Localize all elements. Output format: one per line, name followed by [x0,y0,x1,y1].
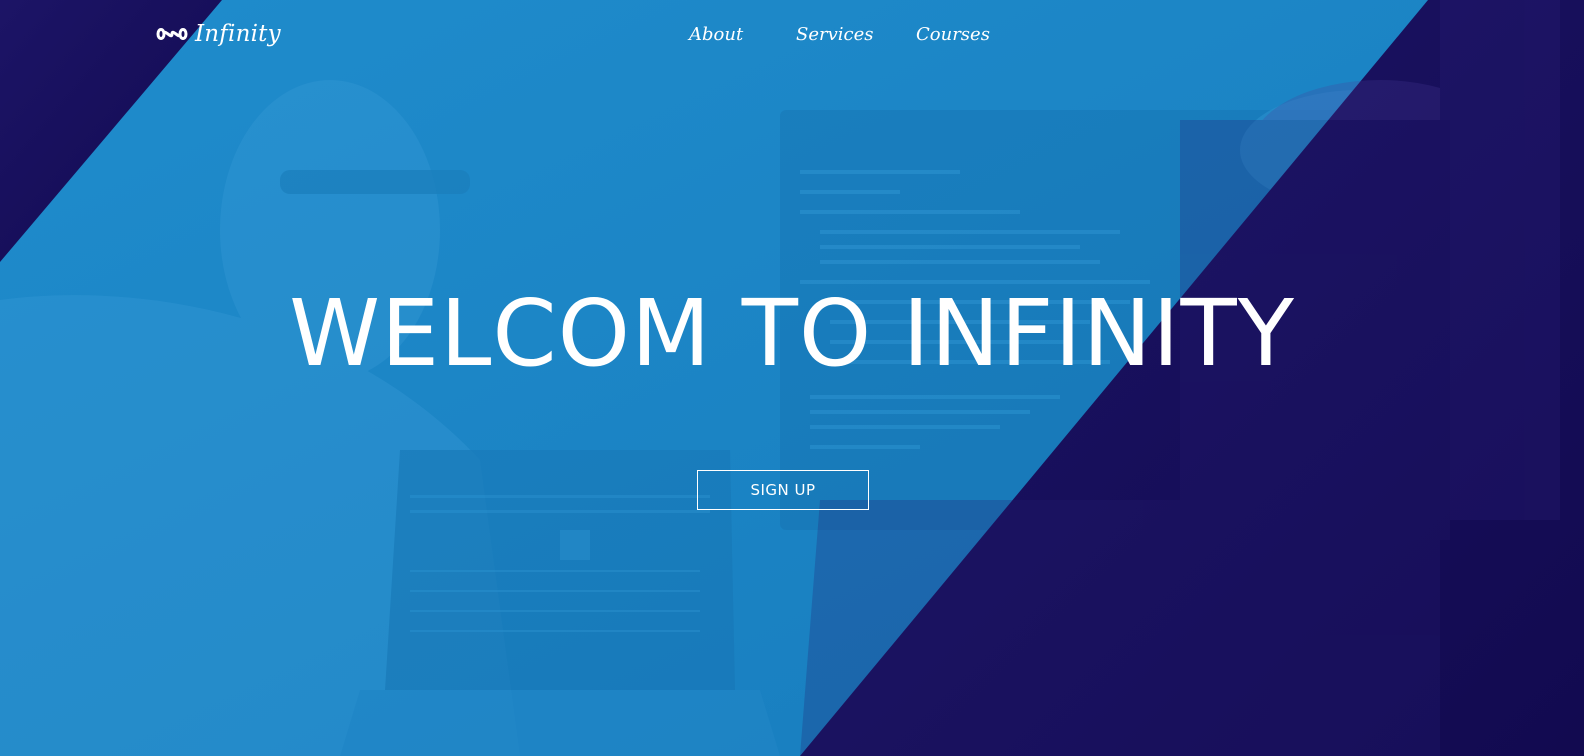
nav-link-services[interactable]: Services [796,20,873,50]
hero-section: Infinity About Services Courses WELCOM T… [0,0,1584,756]
nav-link-about[interactable]: About [689,20,743,50]
signup-button[interactable]: SIGN UP [697,470,869,510]
nav-link-courses[interactable]: Courses [916,20,990,50]
nav-menu: About Services Courses [0,20,1584,50]
hero-title: WELCOM TO INFINITY [289,280,1295,387]
navbar: Infinity About Services Courses [0,0,1584,70]
